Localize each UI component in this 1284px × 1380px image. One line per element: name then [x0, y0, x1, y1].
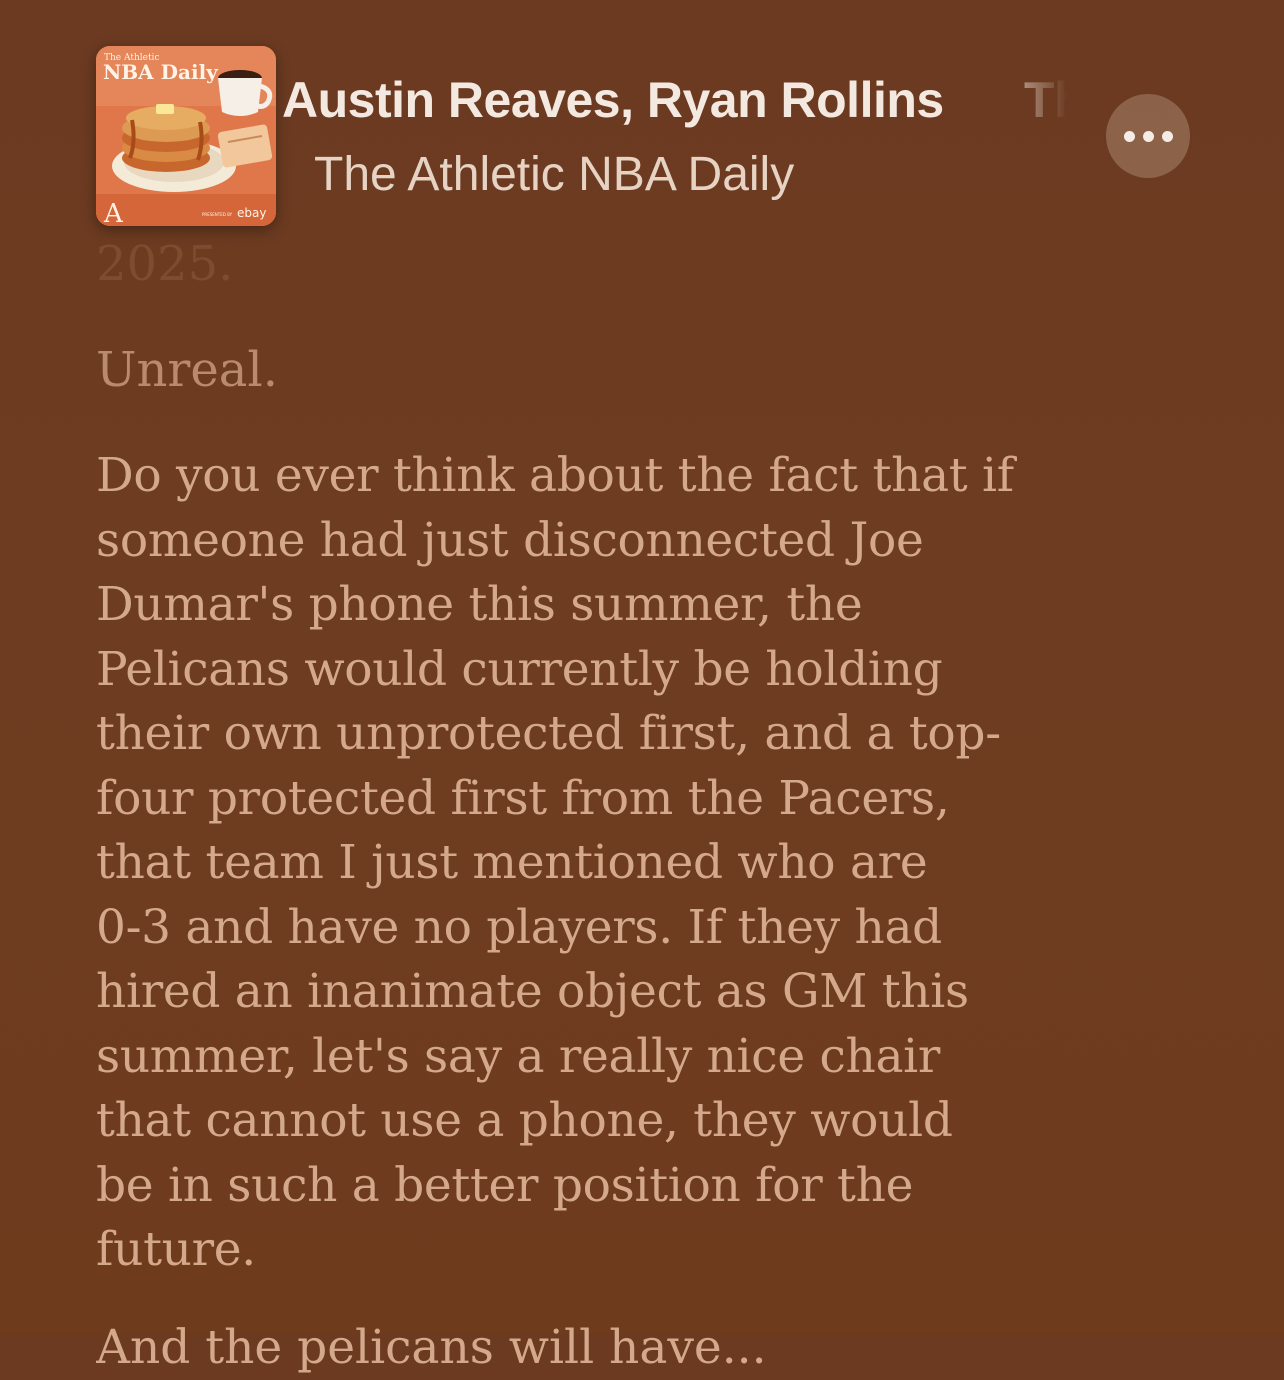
sponsor-name: ebay — [237, 206, 266, 220]
transcript-line-short[interactable]: Unreal. — [96, 338, 1016, 402]
ellipsis-icon — [1123, 130, 1135, 142]
athletic-logo: A — [103, 199, 124, 226]
sponsor-prefix: PRESENTED BY — [202, 212, 233, 217]
transcript-line-next[interactable]: And the pelicans will have... — [96, 1316, 1016, 1380]
transcript-view[interactable]: 2025. Unreal. Do you ever think about th… — [96, 232, 1016, 1283]
player-header: The Athletic NBA Daily A PRESENTED BY eb… — [0, 0, 1284, 240]
transcript-line: that cannot use a phone, they would — [96, 1093, 953, 1148]
episode-title-marquee[interactable]: Austin Reaves, Ryan Rollins The — [282, 66, 1068, 136]
show-name[interactable]: The Athletic NBA Daily — [314, 144, 794, 206]
transcript-line: hired an inanimate object as GM this — [96, 964, 969, 1019]
artwork-title: NBA Daily — [103, 60, 219, 84]
ellipsis-icon — [1142, 130, 1154, 142]
transcript-line: future. — [96, 1222, 256, 1277]
transcript-line: Do you ever think about the fact that if — [96, 448, 1014, 503]
more-options-button[interactable] — [1106, 94, 1190, 178]
transcript-line: Pelicans would currently be holding — [96, 641, 943, 697]
podcast-artwork[interactable]: The Athletic NBA Daily A PRESENTED BY eb… — [96, 46, 276, 226]
transcript-line: someone had just disconnected Joe — [96, 512, 924, 568]
ellipsis-icon — [1161, 130, 1173, 142]
transcript-line: Dumar's phone this summer, the — [96, 577, 863, 632]
transcript-line: 0-3 and have no players. If they had — [96, 899, 942, 955]
transcript-line: be in such a better position for the — [96, 1157, 914, 1213]
artwork-image: The Athletic NBA Daily A PRESENTED BY eb… — [96, 46, 276, 226]
transcript-line: summer, let's say a really nice chair — [96, 1028, 941, 1084]
transcript-line-previous[interactable]: 2025. — [96, 232, 1016, 296]
transcript-paragraph-current[interactable]: Do you ever think about the fact that if… — [96, 444, 1016, 1283]
transcript-line: that team I just mentioned who are — [96, 835, 928, 890]
transcript-line: their own unprotected first, and a top- — [96, 706, 1001, 761]
transcript-line: four protected first from the Pacers, — [96, 770, 950, 826]
episode-title: Austin Reaves, Ryan Rollins The — [282, 72, 1068, 128]
